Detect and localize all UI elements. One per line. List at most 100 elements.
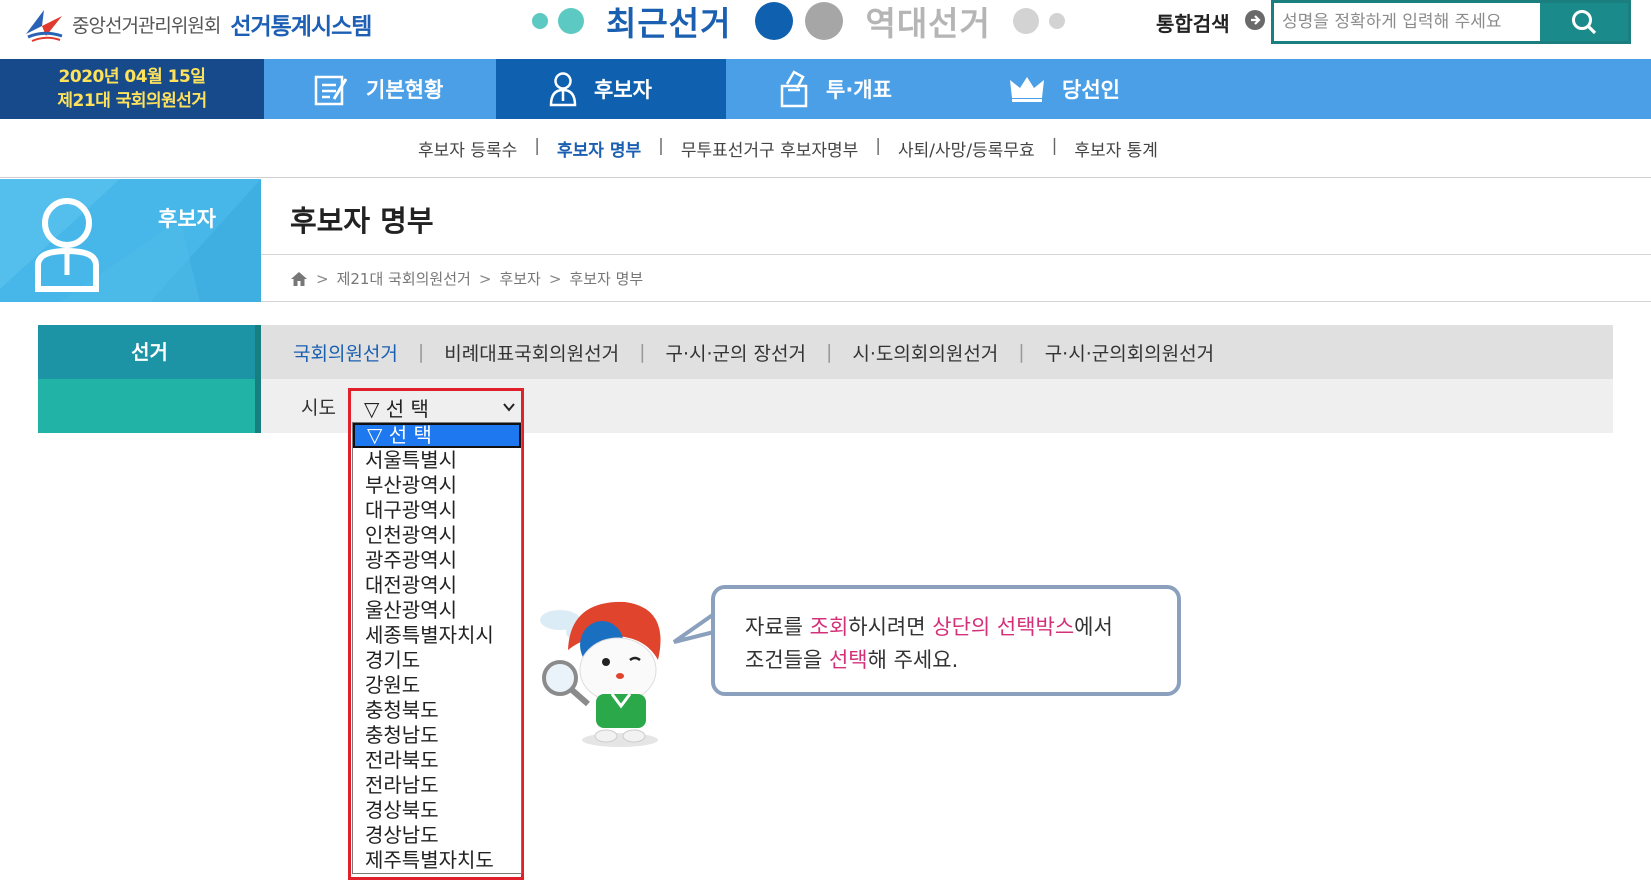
speech-bubble-tail bbox=[672, 612, 716, 644]
notice-highlight: 선택 bbox=[828, 648, 868, 672]
page-title: 후보자 명부 bbox=[290, 204, 434, 238]
separator: | bbox=[1051, 136, 1058, 156]
search-button[interactable] bbox=[1540, 3, 1628, 41]
nav-basic-status[interactable]: 기본현황 bbox=[264, 59, 496, 119]
separator: | bbox=[826, 341, 833, 363]
subnav-item-withdrawn[interactable]: 사퇴/사망/등록무효 bbox=[898, 136, 1035, 161]
separator: | bbox=[534, 136, 540, 156]
chevron-down-icon bbox=[503, 403, 515, 412]
divider bbox=[261, 301, 1651, 302]
site-logo[interactable]: 중앙선거관리위원회 선거통계시스템 bbox=[22, 4, 372, 44]
breadcrumb: > 제21대 국회의원선거 > 후보자 > 후보자 명부 bbox=[290, 268, 643, 289]
top-header: 중앙선거관리위원회 선거통계시스템 최근선거 역대선거 통합검색 bbox=[0, 0, 1651, 58]
election-filter-label: 선거 bbox=[38, 325, 261, 379]
dropdown-option[interactable]: 충청북도 bbox=[353, 698, 521, 723]
org-name: 중앙선거관리위원회 bbox=[72, 14, 221, 37]
candidate-person-icon bbox=[35, 198, 99, 292]
chevron-right-icon: > bbox=[548, 269, 562, 288]
election-badge: 2020년 04월 15일 제21대 국회의원선거 bbox=[0, 59, 264, 119]
section-title: 후보자 bbox=[158, 207, 216, 231]
breadcrumb-section[interactable]: 후보자 bbox=[499, 268, 540, 289]
nec-logo-icon bbox=[26, 10, 63, 42]
arrow-right-icon bbox=[1245, 10, 1265, 30]
sido-select[interactable]: ▽ 선 택 bbox=[354, 393, 520, 421]
dropdown-option[interactable]: 울산광역시 bbox=[353, 598, 521, 623]
tab-local-head[interactable]: 구·시·군의 장선거 bbox=[666, 339, 806, 366]
nav-label: 당선인 bbox=[1062, 78, 1120, 102]
search-label: 통합검색 bbox=[1156, 12, 1230, 36]
dropdown-option[interactable]: 대구광역시 bbox=[353, 498, 521, 523]
notice-text: 자료를 bbox=[745, 615, 810, 639]
mascot-illustration bbox=[540, 601, 661, 747]
main-nav: 2020년 04월 15일 제21대 국회의원선거 기본현황 후보자 투·개표 … bbox=[0, 59, 1651, 119]
nav-label: 투·개표 bbox=[826, 78, 892, 102]
dropdown-option[interactable]: 강원도 bbox=[353, 673, 521, 698]
election-type-tabs: 국회의원선거 | 비례대표국회의원선거 | 구·시·군의 장선거 | 시·도의회… bbox=[261, 325, 1613, 379]
tab-national-assembly[interactable]: 국회의원선거 bbox=[293, 339, 398, 366]
tab-local-council[interactable]: 구·시·군의회의원선거 bbox=[1045, 339, 1214, 366]
chevron-right-icon: > bbox=[316, 269, 329, 288]
sido-selected-value: ▽ 선 택 bbox=[364, 396, 429, 421]
recent-toggle-dot[interactable] bbox=[755, 2, 794, 40]
dropdown-option[interactable]: 경상남도 bbox=[353, 823, 521, 848]
past-elections-tab[interactable]: 역대선거 bbox=[865, 0, 990, 45]
system-name: 선거통계시스템 bbox=[230, 14, 372, 40]
chevron-right-icon: > bbox=[478, 269, 492, 288]
dropdown-option[interactable]: 광주광역시 bbox=[353, 548, 521, 573]
nav-winners[interactable]: 당선인 bbox=[996, 59, 1246, 119]
dropdown-option[interactable]: 서울특별시 bbox=[353, 448, 521, 473]
dropdown-option[interactable]: 경기도 bbox=[353, 648, 521, 673]
past-toggle-dot[interactable] bbox=[805, 2, 844, 40]
recent-elections-tab[interactable]: 최근선거 bbox=[606, 0, 731, 45]
divider bbox=[261, 254, 1651, 255]
separator: | bbox=[417, 341, 425, 363]
dot-icon bbox=[558, 8, 584, 34]
separator: | bbox=[1018, 341, 1025, 363]
dot-icon bbox=[1012, 8, 1039, 34]
subnav-item-uncontested-list[interactable]: 무투표선거구 후보자명부 bbox=[681, 136, 858, 161]
election-switch: 최근선거 역대선거 bbox=[532, 0, 1065, 45]
election-name: 제21대 국회의원선거 bbox=[57, 91, 207, 111]
notice-bubble: 자료를 조회하시려면 상단의 선택박스에서 조건들을 선택해 주세요. bbox=[711, 585, 1181, 696]
notice-line-2: 조건들을 선택해 주세요. bbox=[745, 644, 1177, 677]
home-icon[interactable] bbox=[290, 271, 308, 287]
subnav-item-candidate-list[interactable]: 후보자 명부 bbox=[557, 136, 641, 161]
search-icon bbox=[1572, 10, 1597, 35]
ballot-box-icon bbox=[780, 70, 808, 108]
dropdown-option[interactable]: 대전광역시 bbox=[353, 573, 521, 598]
nav-label: 후보자 bbox=[594, 78, 652, 102]
notice-text: 조건들을 bbox=[745, 648, 829, 672]
subnav-item-statistics[interactable]: 후보자 통계 bbox=[1074, 136, 1158, 161]
dropdown-option[interactable]: 충청남도 bbox=[353, 723, 521, 748]
notice-highlight: 상단의 선택박스 bbox=[932, 615, 1075, 639]
sub-nav: 후보자 등록수 | 후보자 명부 | 무투표선거구 후보자명부 | 사퇴/사망/… bbox=[0, 119, 1651, 178]
election-date: 2020년 04월 15일 bbox=[58, 67, 206, 87]
separator: | bbox=[875, 136, 882, 156]
dropdown-option[interactable]: 인천광역시 bbox=[353, 523, 521, 548]
dot-icon bbox=[532, 13, 548, 29]
tab-proportional[interactable]: 비례대표국회의원선거 bbox=[444, 339, 619, 366]
notice-text: 해 주세요. bbox=[867, 648, 959, 672]
dropdown-option[interactable]: ▽ 선 택 bbox=[353, 423, 521, 448]
breadcrumb-current: 후보자 명부 bbox=[569, 270, 644, 288]
dropdown-option[interactable]: 전라북도 bbox=[353, 748, 521, 773]
dropdown-option[interactable]: 전라남도 bbox=[353, 773, 521, 798]
notice-text: 에서 bbox=[1074, 615, 1113, 639]
nav-label: 기본현황 bbox=[366, 78, 444, 102]
subnav-item-registered-count[interactable]: 후보자 등록수 bbox=[418, 136, 517, 161]
dropdown-option[interactable]: 세종특별자치시 bbox=[353, 623, 521, 648]
breadcrumb-election[interactable]: 제21대 국회의원선거 bbox=[337, 268, 471, 289]
notice-line-1: 자료를 조회하시려면 상단의 선택박스에서 bbox=[745, 611, 1177, 644]
section-banner: 후보자 bbox=[0, 179, 261, 302]
notice-text: 하시려면 bbox=[848, 615, 933, 639]
nav-voting-counting[interactable]: 투·개표 bbox=[726, 59, 996, 119]
tab-provincial-council[interactable]: 시·도의회의원선거 bbox=[852, 339, 998, 366]
dot-icon bbox=[1048, 13, 1065, 29]
dropdown-option[interactable]: 제주특별자치도 bbox=[353, 848, 521, 873]
nav-candidates[interactable]: 후보자 bbox=[496, 59, 726, 119]
dropdown-option[interactable]: 부산광역시 bbox=[353, 473, 521, 498]
separator: | bbox=[658, 136, 664, 156]
dropdown-option[interactable]: 경상북도 bbox=[353, 798, 521, 823]
search-input[interactable] bbox=[1274, 3, 1540, 41]
separator: | bbox=[639, 341, 646, 363]
